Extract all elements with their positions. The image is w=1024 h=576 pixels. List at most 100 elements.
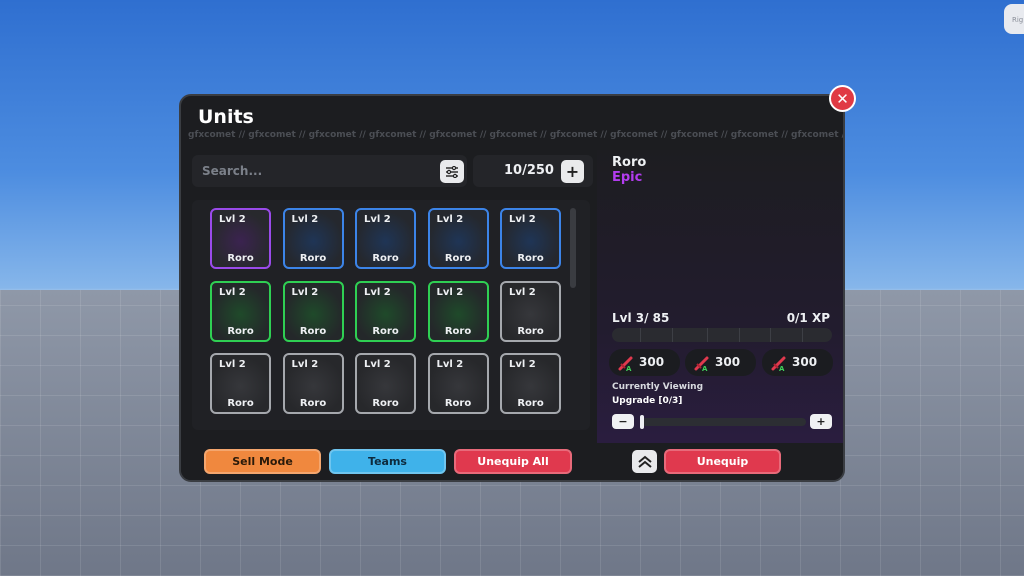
unit-level: Lvl 2 [219, 214, 246, 225]
svg-text:A: A [779, 365, 785, 372]
footer-bar: Sell Mode Teams Unequip All Unequip [181, 443, 843, 480]
unit-card[interactable]: Lvl 2 Roro [500, 353, 561, 414]
unit-level: Lvl 2 [291, 359, 319, 370]
unit-level: Lvl 2 [436, 359, 464, 370]
search-box [192, 155, 467, 187]
unit-name: Roro [372, 398, 399, 409]
unit-name: Roro [299, 325, 327, 337]
unit-card[interactable]: Lvl 2 Roro [500, 208, 561, 269]
unequip-all-button[interactable]: Unequip All [454, 449, 572, 474]
units-grid: Lvl 2 Roro Lvl 2 Roro Lvl 2 Roro Lvl 2 Roro Lvl … [192, 200, 590, 430]
unit-name: Roro [517, 398, 544, 409]
xp-bar-divider [707, 328, 708, 342]
unit-name: Roro [227, 398, 254, 409]
unit-level: Lvl 2 [509, 214, 536, 225]
upgrade-slider[interactable] [640, 415, 806, 429]
unit-level: Lvl 2 [291, 286, 319, 298]
unit-count-box: 10/250 + [473, 155, 593, 187]
corner-menu-label: Rig [1012, 16, 1024, 24]
sword-attack-icon: A [618, 356, 633, 372]
xp-bar-divider [770, 328, 771, 342]
unit-card[interactable]: Lvl 2 Roro [355, 208, 416, 269]
unit-level: Lvl 2 [219, 359, 246, 370]
unit-level: Lvl 2 [436, 214, 464, 225]
unit-card[interactable]: Lvl 2 Roro [355, 280, 416, 342]
upgrade-slider-knob[interactable] [640, 415, 644, 429]
double-chevron-up-icon [637, 455, 652, 468]
unit-level: Lvl 2 [436, 286, 464, 298]
sword-attack-icon: A [771, 356, 786, 372]
currently-viewing-label: Currently Viewing [612, 382, 704, 392]
expand-storage-button[interactable]: + [561, 160, 584, 183]
sell-mode-button[interactable]: Sell Mode [204, 449, 321, 474]
unit-level: Lvl 2 [291, 214, 319, 225]
xp-bar-divider [739, 328, 740, 342]
unit-count: 10/250 [504, 163, 554, 178]
unit-card[interactable]: Lvl 2 Roro [355, 353, 416, 414]
unit-card[interactable]: Lvl 2 Roro [427, 353, 489, 414]
unit-card[interactable]: Lvl 2 Roro [210, 208, 271, 269]
unit-name: Roro [372, 253, 399, 264]
upgrade-minus-button[interactable]: − [612, 414, 634, 429]
svg-text:A: A [702, 365, 708, 372]
unit-name: Roro [372, 325, 399, 337]
corner-menu-button[interactable]: Rig [1004, 4, 1024, 34]
unit-name: Roro [517, 325, 544, 337]
stat-value: 300 [792, 355, 818, 369]
collapse-button[interactable] [632, 450, 657, 473]
grid-scrollbar[interactable] [570, 208, 576, 428]
unit-card[interactable]: Lvl 2 Roro [282, 353, 344, 414]
close-icon: ✕ [836, 89, 849, 108]
grid-scrollbar-thumb[interactable] [570, 208, 576, 288]
unit-card[interactable]: Lvl 2 Roro [282, 208, 344, 269]
window-title: Units [198, 106, 254, 128]
unit-name: Roro [299, 253, 327, 264]
svg-text:A: A [626, 365, 632, 372]
units-window: Units gfxcomet // gfxcomet // gfxcomet /… [179, 94, 845, 482]
stat-value: 300 [639, 355, 665, 369]
selected-unit-name: Roro [612, 155, 647, 170]
unit-name: Roro [227, 253, 254, 264]
unit-name: Roro [444, 325, 472, 337]
stat-pill-2: A 300 [685, 349, 756, 376]
unit-detail-pane: Roro Epic Lvl 3/ 85 0/1 XP A 300 A 300 A… [597, 150, 843, 443]
unit-card[interactable]: Lvl 2 Roro [427, 208, 489, 269]
unit-name: Roro [299, 398, 327, 409]
sliders-icon [446, 165, 458, 178]
plus-icon: + [565, 162, 580, 181]
unit-level: Lvl 2 [509, 286, 536, 298]
unequip-label: Unequip [696, 455, 749, 468]
unit-level: Lvl 2 [509, 359, 536, 370]
xp-progress-bar [612, 328, 832, 342]
unequip-all-label: Unequip All [477, 455, 549, 468]
unit-level: Lvl 2 [364, 359, 391, 370]
selected-unit-rarity: Epic [612, 170, 643, 185]
stat-pill-3: A 300 [762, 349, 833, 376]
xp-bar-divider [672, 328, 673, 342]
plus-icon: + [816, 415, 826, 428]
unit-name: Roro [444, 398, 472, 409]
teams-label: Teams [368, 455, 407, 468]
filter-button[interactable] [440, 160, 464, 183]
teams-button[interactable]: Teams [329, 449, 446, 474]
units-list-pane: 10/250 + Lvl 2RoroLvl 2RoroLvl 2RoroLvl … [189, 150, 597, 440]
unit-card[interactable]: Lvl 2 Roro [500, 280, 561, 342]
unit-card[interactable]: Lvl 2 Roro [210, 280, 271, 342]
close-button[interactable]: ✕ [829, 85, 856, 112]
xp-bar-divider [802, 328, 803, 342]
search-input[interactable] [202, 161, 422, 181]
watermark-text: gfxcomet // gfxcomet // gfxcomet // gfxc… [188, 130, 845, 140]
stat-value: 300 [715, 355, 741, 369]
upgrade-label: Upgrade [0/3] [612, 396, 683, 406]
upgrade-plus-button[interactable]: + [810, 414, 832, 429]
unit-card[interactable]: Lvl 2 Roro [282, 280, 344, 342]
unit-level: Lvl 2 [364, 214, 391, 225]
sword-attack-icon: A [694, 356, 709, 372]
unequip-button[interactable]: Unequip [664, 449, 781, 474]
selected-unit-level: Lvl 3/ 85 [612, 311, 670, 325]
unit-name: Roro [444, 253, 472, 264]
unit-card[interactable]: Lvl 2 Roro [210, 353, 271, 414]
unit-card[interactable]: Lvl 2 Roro [427, 280, 489, 342]
xp-bar-divider [640, 328, 641, 342]
unit-level: Lvl 2 [219, 286, 246, 298]
